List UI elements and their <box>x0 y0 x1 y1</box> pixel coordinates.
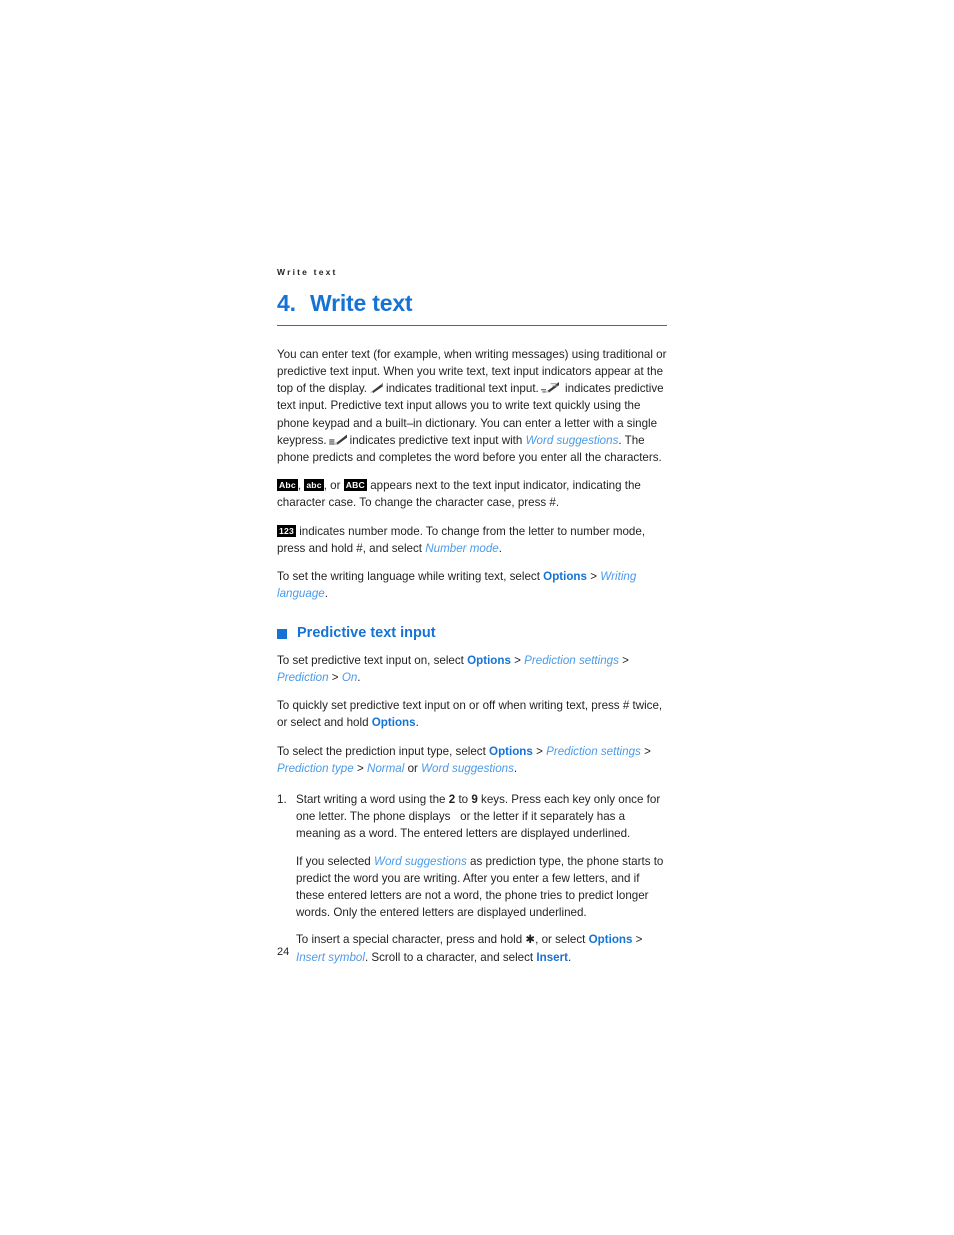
options-command: Options <box>489 744 533 758</box>
prediction-settings-param: Prediction settings <box>524 653 619 667</box>
prediction-type-period: . <box>513 761 518 775</box>
or-conjunction: or <box>407 761 418 775</box>
badge-or: , or <box>323 479 341 493</box>
predictive-on-text: To set predictive text input on, select <box>277 653 464 667</box>
prediction-type-param: Prediction type <box>277 761 354 775</box>
step-text-to: to <box>458 793 469 807</box>
separator-gt: > <box>331 671 339 685</box>
intro-text-b: indicates traditional text input. <box>386 382 539 396</box>
writing-language-paragraph: To set the writing language while writin… <box>277 568 667 602</box>
predictive-on-paragraph: To set predictive text input on, select … <box>277 652 667 686</box>
insert-note-period: . <box>567 950 572 964</box>
section-heading-label: Predictive text input <box>297 625 436 642</box>
word-suggestions-param: Word suggestions <box>421 761 514 775</box>
insert-note-text-a: To insert a special character, press and… <box>296 933 586 947</box>
predictive-toggle-text: To quickly set predictive text input on … <box>277 699 663 730</box>
intro-paragraph-1: You can enter text (for example, when wr… <box>277 346 667 466</box>
predictive-on-period: . <box>357 671 361 685</box>
options-command: Options <box>588 933 633 947</box>
running-header: Write text <box>277 267 338 277</box>
prediction-type-text: To select the prediction input type, sel… <box>277 744 486 758</box>
writing-language-text: To set the writing language while writin… <box>277 570 540 584</box>
abc-upper-badge: ABC <box>343 479 367 492</box>
pen-icon <box>369 383 384 394</box>
separator-gt: > <box>622 653 629 667</box>
word-suggestions-note: If you selected Word suggestions as pred… <box>277 853 667 922</box>
page-title: 4. Write text <box>277 289 667 326</box>
number-mode-period: . <box>498 541 502 555</box>
prediction-param: Prediction <box>277 671 329 685</box>
options-command: Options <box>543 570 587 584</box>
note-text-a: If you selected <box>296 854 371 868</box>
page-number: 24 <box>277 946 290 958</box>
chapter-number: 4. <box>277 289 296 316</box>
insert-symbol-param: Insert symbol <box>296 950 365 964</box>
separator-gt: > <box>536 744 543 758</box>
page-content: Write text 4. Write text You can enter t… <box>277 268 667 966</box>
prediction-type-paragraph: To select the prediction input type, sel… <box>277 743 667 777</box>
section-heading-predictive-text-input: Predictive text input <box>277 625 667 642</box>
insert-symbol-note: To insert a special character, press and… <box>277 931 667 965</box>
options-command: Options <box>467 653 511 667</box>
writing-language-period: . <box>324 587 328 601</box>
prediction-settings-param: Prediction settings <box>546 744 641 758</box>
on-param: On <box>341 671 358 685</box>
separator-gt: > <box>590 570 597 584</box>
options-command: Options <box>371 716 416 730</box>
number-mode-paragraph: 123 indicates number mode. To change fro… <box>277 523 667 557</box>
chapter-title: Write text <box>310 289 413 316</box>
document-page: Write text 4. Write text You can enter t… <box>0 0 954 1235</box>
key-from: 2 <box>448 793 456 807</box>
key-to: 9 <box>471 793 478 807</box>
separator-gt: > <box>356 761 364 775</box>
intro-text-d: indicates predictive text input with <box>349 433 523 447</box>
separator-gt: > <box>514 653 521 667</box>
predictive-toggle-period: . <box>415 716 419 730</box>
insert-note-text-b: . Scroll to a character, and select <box>364 950 534 964</box>
step-marker: 1. <box>277 793 287 807</box>
word-suggestions-param: Word suggestions <box>525 433 619 447</box>
abc-lower-badge: abc <box>304 479 324 492</box>
number-mode-param: Number mode <box>425 541 499 555</box>
abc-mixed-badge: Abc <box>277 479 298 492</box>
steps-list: 1. Start writing a word using the 2 to 9 … <box>277 791 667 843</box>
word-suggestions-param: Word suggestions <box>374 854 467 868</box>
case-indicator-paragraph: Abc, abc, or ABC appears next to the tex… <box>277 477 667 511</box>
pen-motion-icon <box>540 382 560 394</box>
pen-lines-icon <box>328 434 348 446</box>
insert-command: Insert <box>536 950 568 964</box>
number-mode-badge: 123 <box>277 524 296 537</box>
normal-param: Normal <box>366 761 405 775</box>
step-text-a: Start writing a word using the <box>296 793 446 807</box>
badge-comma-1: , <box>297 479 302 493</box>
separator-gt: > <box>644 744 651 758</box>
separator-gt: > <box>635 933 643 947</box>
list-item: 1. Start writing a word using the 2 to 9 … <box>277 791 667 843</box>
predictive-toggle-paragraph: To quickly set predictive text input on … <box>277 697 667 731</box>
square-bullet-icon <box>277 629 287 640</box>
